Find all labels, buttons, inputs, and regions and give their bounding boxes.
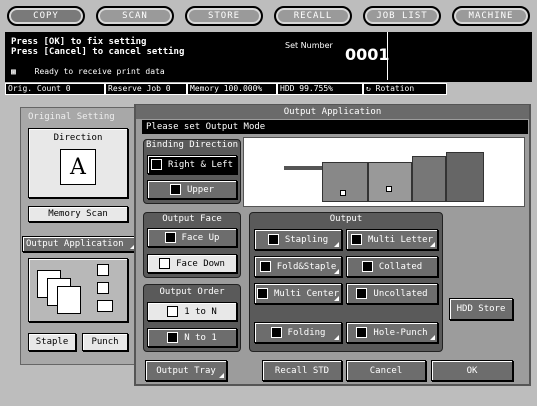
memory-scan-button[interactable]: Memory Scan [28, 206, 128, 222]
staple-button[interactable]: Staple [28, 333, 76, 351]
folding-button[interactable]: Folding [254, 322, 342, 343]
punch-icon [356, 327, 368, 338]
letter-fold-icon [350, 234, 362, 245]
dialog-prompt: Please set Output Mode [142, 120, 528, 134]
right-left-label: Right & Left [167, 159, 234, 170]
face-down-button[interactable]: Face Down [147, 254, 237, 273]
hdd-status: HDD 99.755% [277, 83, 363, 95]
order-desc-icon [167, 332, 179, 343]
machine-illustration [243, 137, 525, 207]
tab-recall[interactable]: RECALL [274, 6, 352, 26]
hole-punch-label: Hole-Punch [373, 327, 428, 338]
uncollated-label: Uncollated [373, 288, 428, 299]
output-label: Output [329, 214, 363, 224]
message-line-2: Press [Cancel] to cancel setting [11, 47, 185, 57]
output-face-label: Output Face [162, 214, 222, 224]
reserve-job: Reserve Job 0 [105, 83, 187, 95]
hole-punch-button[interactable]: Hole-Punch [346, 322, 438, 343]
output-application-button[interactable]: Output Application [22, 236, 138, 252]
n-to-one-button[interactable]: N to 1 [147, 328, 237, 347]
rotation-status: ↻ Rotation [363, 83, 447, 95]
ready-status: ▩ Ready to receive print data [11, 67, 165, 76]
collated-button[interactable]: Collated [346, 256, 438, 277]
uncollated-icon [356, 288, 368, 299]
one-to-n-button[interactable]: 1 to N [147, 302, 237, 321]
status-bar: Orig. Count 0 Reserve Job 0 Memory 100.0… [5, 83, 447, 95]
multi-center-label: Multi Center [273, 288, 340, 299]
book-icon [150, 159, 162, 170]
tab-store[interactable]: STORE [185, 6, 263, 26]
output-preview [28, 258, 128, 322]
message-area: Press [OK] to fix setting Press [Cancel]… [5, 32, 532, 82]
multi-center-button[interactable]: Multi Center [254, 283, 342, 304]
binding-direction-label: Binding Direction [145, 140, 239, 150]
multi-letter-button[interactable]: Multi Letter [346, 229, 438, 250]
fold-icon [270, 327, 282, 338]
output-order-label: Output Order [159, 287, 225, 297]
recall-std-button[interactable]: Recall STD [262, 360, 342, 381]
stapling-label: Stapling [284, 234, 329, 245]
ok-button[interactable]: OK [431, 360, 513, 381]
collated-label: Collated [378, 261, 423, 272]
upper-label: Upper [186, 184, 215, 195]
page-face-down-icon [159, 258, 171, 269]
face-up-label: Face Up [181, 232, 220, 243]
folding-label: Folding [287, 327, 326, 338]
fold-staple-label: Fold&Staple [276, 261, 337, 272]
printer-icon: ▩ [11, 67, 16, 76]
set-number-label: Set Number [285, 41, 333, 50]
direction-label: Direction [53, 133, 103, 143]
ready-text: Ready to receive print data [34, 67, 165, 76]
punch-button[interactable]: Punch [82, 333, 128, 351]
page-face-up-icon [164, 232, 176, 243]
book-top-icon [169, 184, 181, 195]
hdd-store-button[interactable]: HDD Store [449, 298, 513, 320]
tab-scan[interactable]: SCAN [96, 6, 174, 26]
collated-icon [361, 261, 373, 272]
tab-machine[interactable]: MACHINE [452, 6, 530, 26]
center-fold-icon [256, 288, 268, 299]
orig-count: Orig. Count 0 [5, 83, 105, 95]
uncollated-button[interactable]: Uncollated [346, 283, 438, 304]
staple-icon [267, 234, 279, 245]
face-up-button[interactable]: Face Up [147, 228, 237, 247]
rotation-icon: ↻ [366, 84, 371, 93]
right-left-button[interactable]: Right & Left [147, 155, 237, 174]
booklet-icon [259, 261, 271, 272]
cancel-button[interactable]: Cancel [346, 360, 426, 381]
multi-letter-label: Multi Letter [367, 234, 434, 245]
order-asc-icon [167, 306, 179, 317]
rotation-label: Rotation [375, 84, 415, 93]
direction-value: A [60, 149, 96, 185]
stapling-button[interactable]: Stapling [254, 229, 342, 250]
face-down-label: Face Down [176, 258, 225, 269]
message-line-1: Press [OK] to fix setting [11, 37, 147, 47]
original-setting-title: Original Setting [28, 112, 115, 122]
dialog-title: Output Application [136, 105, 529, 119]
message-divider [387, 32, 388, 80]
output-tray-button[interactable]: Output Tray [145, 360, 227, 381]
upper-button[interactable]: Upper [147, 180, 237, 199]
fold-staple-button[interactable]: Fold&Staple [254, 256, 342, 277]
set-number: 0001 [345, 45, 390, 64]
output-preview-icon [33, 262, 123, 318]
n-to-one-label: N to 1 [184, 332, 217, 343]
machine-icon [284, 148, 484, 203]
tab-job-list[interactable]: JOB LIST [363, 6, 441, 26]
memory-status: Memory 100.000% [187, 83, 277, 95]
tab-copy[interactable]: COPY [7, 6, 85, 26]
direction-button[interactable]: Direction A [28, 128, 128, 198]
one-to-n-label: 1 to N [184, 306, 217, 317]
